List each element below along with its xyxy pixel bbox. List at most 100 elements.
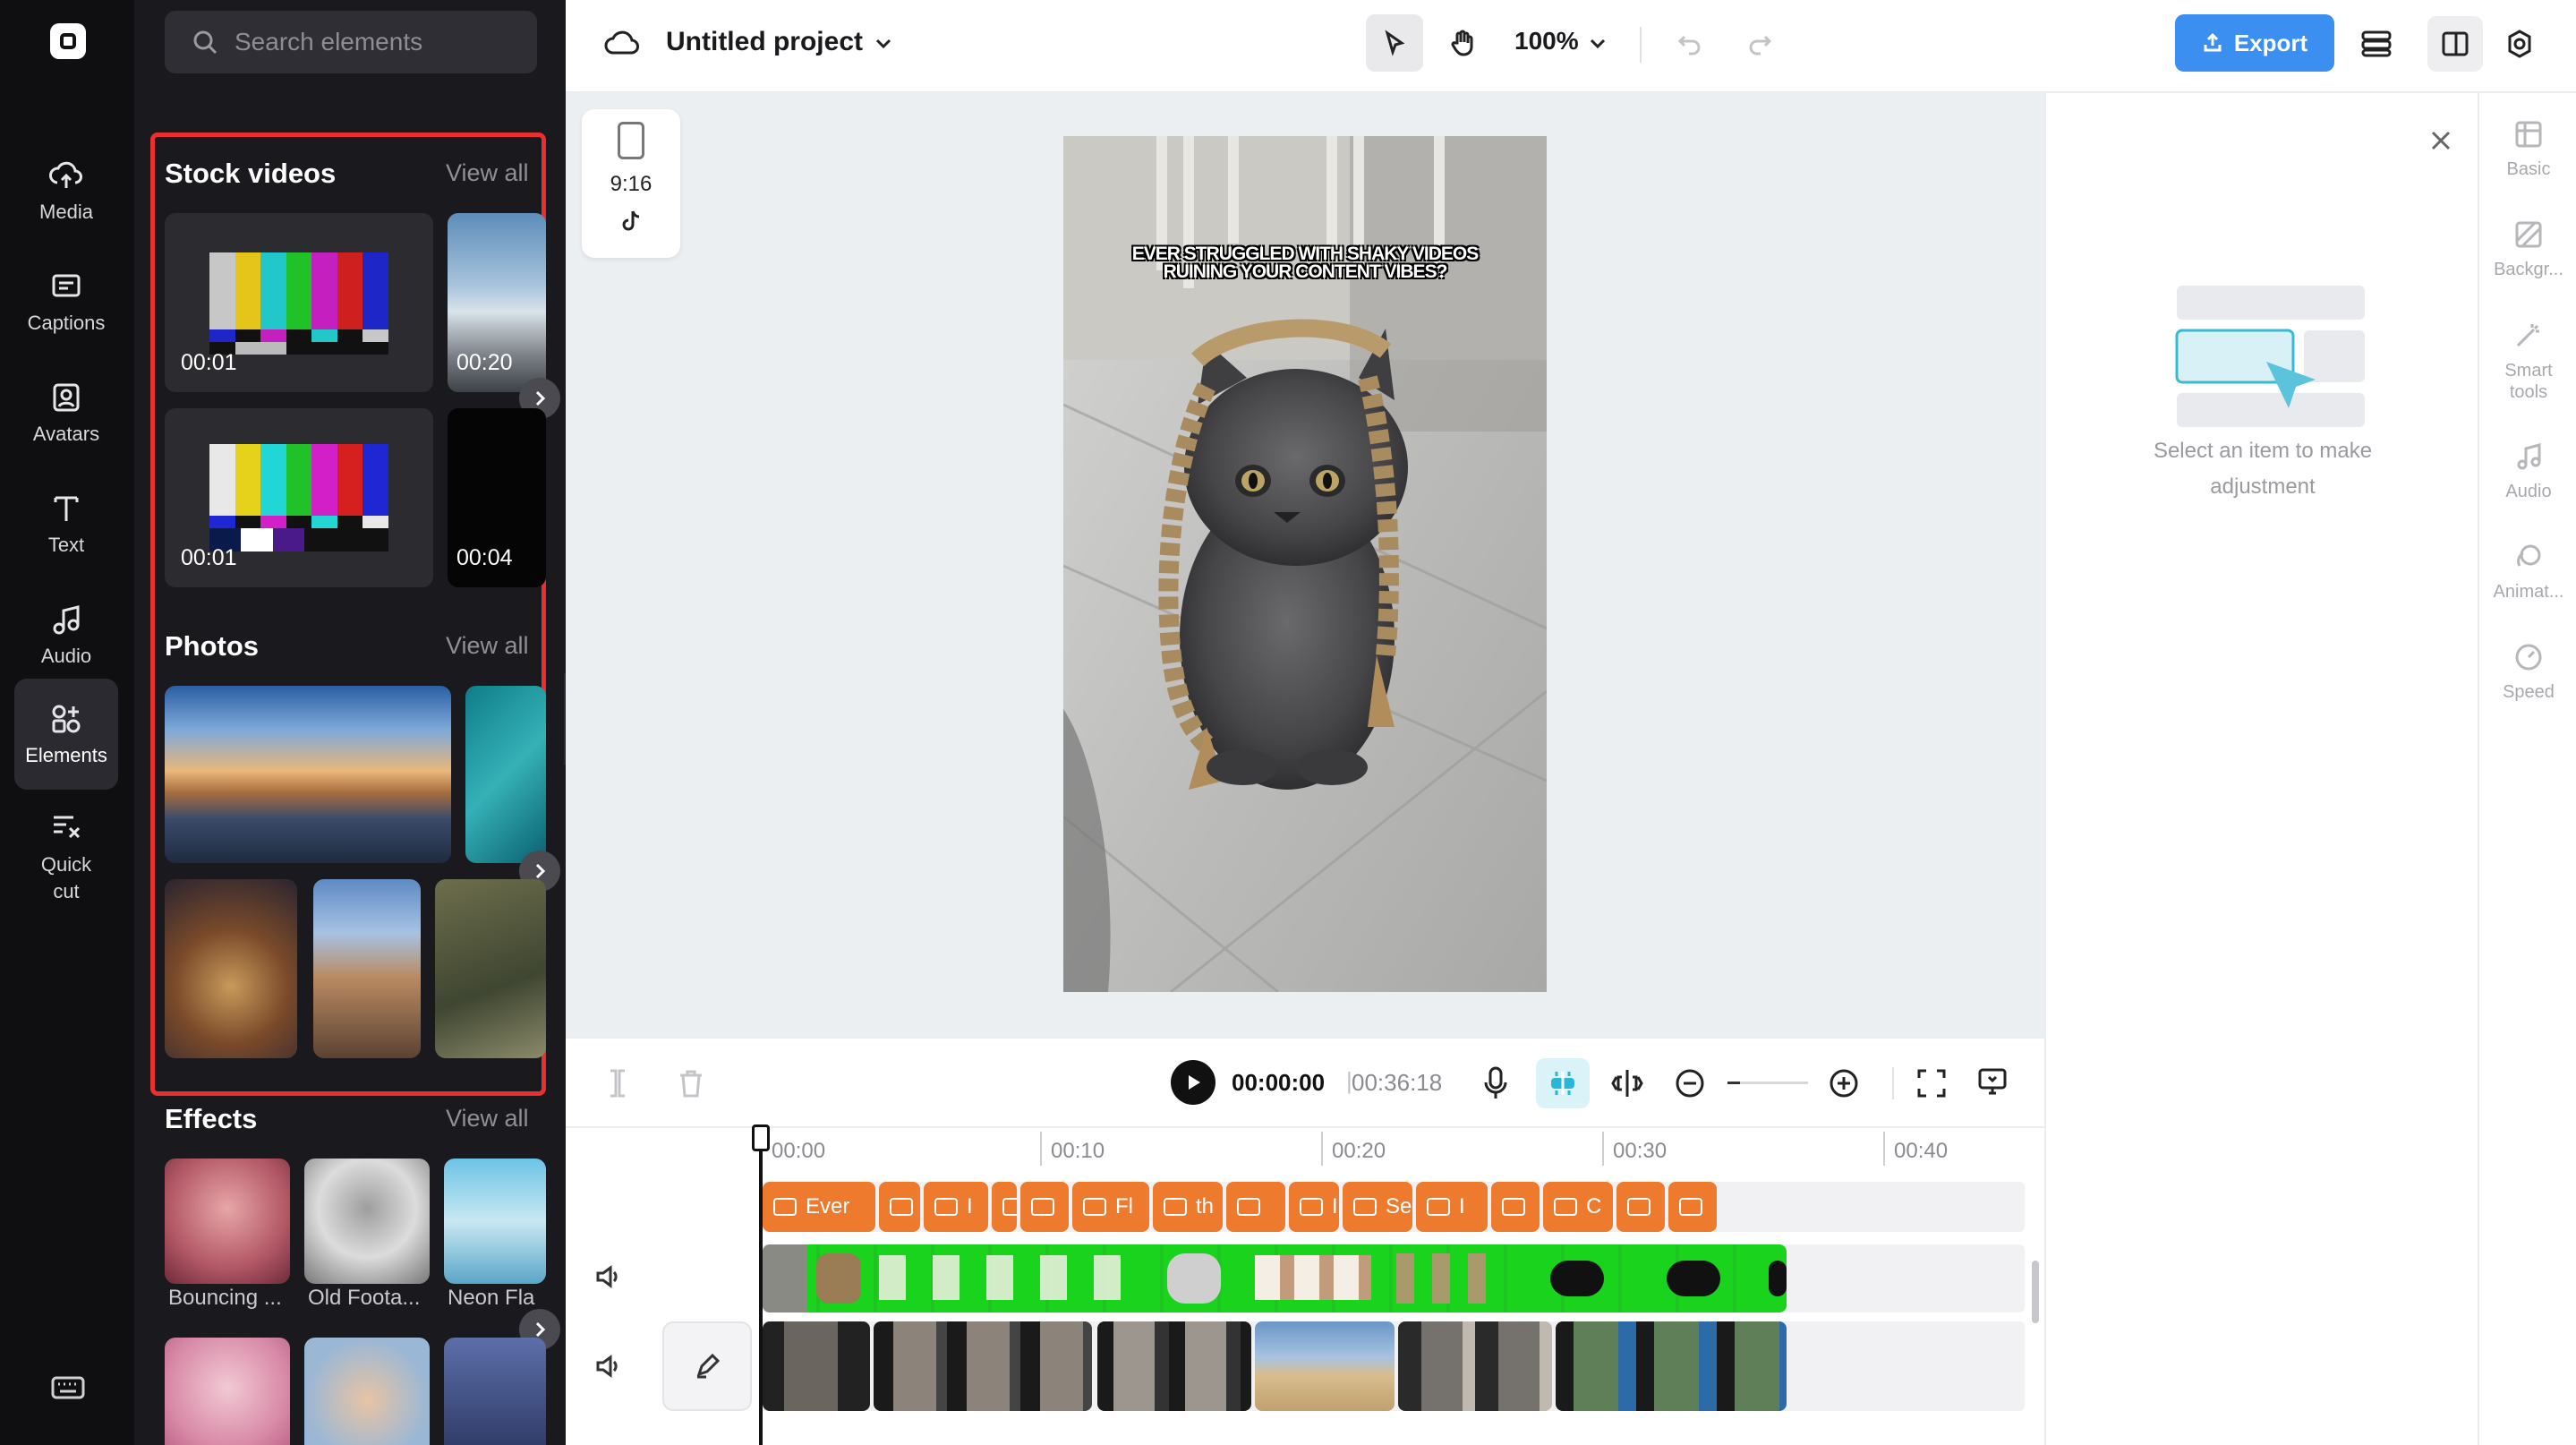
zoom-slider[interactable] xyxy=(1727,1082,1808,1084)
effect-thumb-neon-flash[interactable] xyxy=(444,1159,546,1284)
nav-item-elements[interactable]: Elements xyxy=(14,679,118,790)
video-clip[interactable] xyxy=(874,1321,1092,1411)
effect-thumb[interactable] xyxy=(165,1338,290,1445)
tiktok-icon xyxy=(622,210,640,231)
export-button[interactable]: Export xyxy=(2175,14,2334,72)
effect-thumb[interactable] xyxy=(444,1338,546,1445)
playhead-handle[interactable] xyxy=(752,1124,770,1151)
close-icon[interactable] xyxy=(2426,125,2456,156)
search-input[interactable]: Search elements xyxy=(165,11,537,73)
photo-food[interactable] xyxy=(165,879,297,1058)
caption-clip[interactable]: C xyxy=(1543,1182,1613,1232)
export-icon xyxy=(2204,32,2222,52)
zoom-in-icon[interactable] xyxy=(1828,1067,1860,1099)
caption-icon xyxy=(1627,1198,1651,1216)
auto-snap-button[interactable] xyxy=(1536,1058,1590,1108)
caption-clip-label: I xyxy=(1459,1194,1465,1218)
photo-city-skyline[interactable] xyxy=(165,686,451,863)
caption-clip-label: th xyxy=(1196,1194,1215,1218)
caption-clip[interactable]: Ever xyxy=(763,1182,875,1232)
right-sidebar-background[interactable]: Backgr... xyxy=(2479,218,2576,280)
undo-button[interactable] xyxy=(1672,25,1708,61)
stock-videos-view-all-link[interactable]: View all xyxy=(446,159,529,187)
caption-clip[interactable] xyxy=(1020,1182,1069,1232)
caption-clip[interactable]: Se xyxy=(1343,1182,1412,1232)
video-clip[interactable] xyxy=(1097,1321,1251,1411)
caption-clip[interactable] xyxy=(1668,1182,1717,1232)
right-sidebar-label: Smart tools xyxy=(2504,361,2553,402)
right-sidebar-speed[interactable]: Speed xyxy=(2479,641,2576,703)
caption-clip[interactable]: I xyxy=(924,1182,988,1232)
video-preview[interactable]: EVER STRUGGLED WITH SHAKY VIDEOS RUINING… xyxy=(1063,136,1547,992)
microphone-icon[interactable] xyxy=(1482,1065,1509,1101)
caption-icon xyxy=(1502,1198,1525,1216)
fullscreen-icon[interactable] xyxy=(1915,1067,1948,1099)
photo-ocean[interactable] xyxy=(465,686,546,863)
layers-button[interactable] xyxy=(2356,23,2397,64)
animation-icon xyxy=(2517,544,2541,567)
cloud-upload-icon xyxy=(49,161,82,188)
nav-item-quick-cut[interactable]: Quick cut xyxy=(14,799,118,915)
caption-clip[interactable] xyxy=(879,1182,920,1232)
empty-message-line: adjustment xyxy=(2210,475,2316,499)
split-clip-icon[interactable] xyxy=(603,1067,632,1099)
settings-button[interactable] xyxy=(2499,23,2540,64)
app-logo[interactable] xyxy=(50,23,86,59)
edit-track-button[interactable] xyxy=(662,1321,752,1411)
caption-clip[interactable]: th xyxy=(1153,1182,1223,1232)
nav-item-text[interactable]: Text xyxy=(14,476,118,571)
video-clip[interactable] xyxy=(1255,1321,1395,1411)
zoom-level[interactable]: 100% xyxy=(1514,27,1579,56)
caption-clip[interactable]: I xyxy=(1416,1182,1488,1232)
split-icon[interactable] xyxy=(1611,1067,1643,1099)
stock-video-thumb[interactable]: 00:20 xyxy=(448,213,546,392)
playhead[interactable] xyxy=(759,1124,763,1445)
video-clip[interactable] xyxy=(763,1321,870,1411)
preview-screen-icon[interactable] xyxy=(1976,1065,2009,1098)
zoom-chevron-down-icon[interactable] xyxy=(1586,32,1609,56)
caption-clip[interactable] xyxy=(992,1182,1017,1232)
right-sidebar-animation[interactable]: Animat... xyxy=(2479,541,2576,603)
delete-icon[interactable] xyxy=(677,1067,705,1099)
toggle-panel-button[interactable] xyxy=(2427,16,2483,72)
select-tool-button[interactable] xyxy=(1366,14,1423,72)
right-sidebar-basic[interactable]: Basic xyxy=(2479,118,2576,180)
keyboard-icon[interactable] xyxy=(50,1370,86,1406)
zoom-out-icon[interactable] xyxy=(1674,1067,1706,1099)
stock-video-thumb[interactable]: 00:01 xyxy=(165,408,433,587)
stock-video-thumb[interactable]: 00:04 xyxy=(448,408,546,587)
caption-clip[interactable] xyxy=(1226,1182,1285,1232)
nav-item-avatars[interactable]: Avatars xyxy=(14,365,118,460)
caption-clip[interactable] xyxy=(1616,1182,1665,1232)
chevron-down-icon[interactable] xyxy=(870,30,897,57)
photo-street[interactable] xyxy=(313,879,421,1058)
project-title[interactable]: Untitled project xyxy=(666,27,863,57)
video-clip[interactable] xyxy=(1556,1321,1787,1411)
video-clip[interactable] xyxy=(1398,1321,1552,1411)
effect-thumb-bouncing[interactable] xyxy=(165,1159,290,1284)
effect-thumb[interactable] xyxy=(304,1338,430,1445)
cloud-save-icon[interactable] xyxy=(601,25,643,61)
effect-thumb-old-footage[interactable] xyxy=(304,1159,430,1284)
caption-clip[interactable]: Ir xyxy=(1289,1182,1339,1232)
caption-clip[interactable]: Fl xyxy=(1072,1182,1149,1232)
video-caption-overlay[interactable]: EVER STRUGGLED WITH SHAKY VIDEOS RUINING… xyxy=(1063,244,1547,281)
hand-tool-button[interactable] xyxy=(1434,14,1491,72)
redo-button[interactable] xyxy=(1742,25,1778,61)
caption-clip[interactable] xyxy=(1491,1182,1540,1232)
nav-item-captions[interactable]: Captions xyxy=(14,254,118,349)
right-sidebar-smart-tools[interactable]: Smart tools xyxy=(2479,319,2576,403)
photos-view-all-link[interactable]: View all xyxy=(446,632,529,660)
timeline-vertical-scrollbar[interactable] xyxy=(2032,1261,2039,1323)
stock-video-thumb[interactable]: 00:01 xyxy=(165,213,433,392)
nav-item-media[interactable]: Media xyxy=(14,143,118,238)
track-volume-button[interactable] xyxy=(594,1352,623,1385)
green-screen-clip-strip[interactable] xyxy=(763,1244,1787,1312)
right-sidebar-audio[interactable]: Audio xyxy=(2479,440,2576,502)
nav-item-audio[interactable]: Audio xyxy=(14,587,118,682)
play-button[interactable] xyxy=(1171,1060,1215,1105)
aspect-ratio-picker[interactable]: 9:16 xyxy=(582,109,680,258)
effects-view-all-link[interactable]: View all xyxy=(446,1105,529,1133)
photo-nature[interactable] xyxy=(435,879,546,1058)
track-volume-button[interactable] xyxy=(594,1262,623,1295)
